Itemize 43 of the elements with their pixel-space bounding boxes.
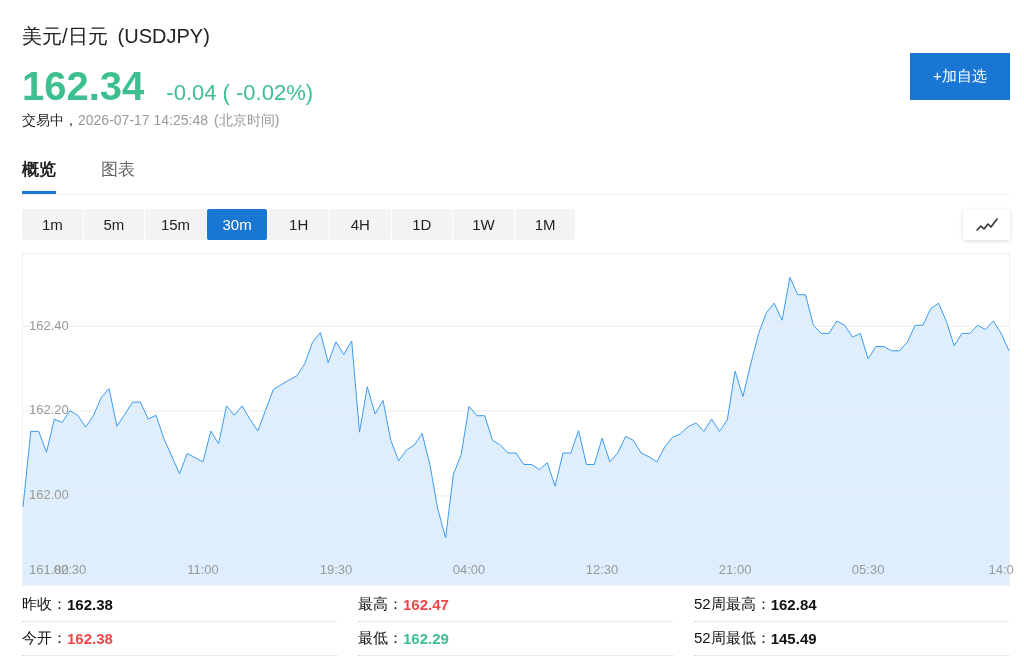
timeframe-button[interactable]: 1H	[268, 209, 329, 240]
x-axis-label: 19:30	[319, 562, 353, 578]
x-axis-label: 04:00	[452, 562, 486, 578]
price-change: -0.04 ( -0.02%)	[166, 80, 314, 106]
y-axis-label: 162.00	[29, 487, 69, 503]
line-chart-icon	[975, 217, 998, 232]
x-axis-label: 12:30	[585, 562, 619, 578]
stat-label: 52周最高：	[694, 595, 771, 614]
x-axis-label: 11:00	[187, 562, 219, 578]
add-watchlist-button[interactable]: +加自选	[910, 53, 1010, 100]
stat-value: 162.38	[67, 596, 113, 613]
tab[interactable]: 图表	[101, 158, 135, 194]
stat-value: 162.38	[67, 630, 113, 647]
x-axis-label: 21:00	[718, 562, 752, 578]
timezone-label: (北京时间)	[214, 111, 280, 129]
quote-time: 2026-07-17 14:25:48	[78, 111, 208, 129]
trading-status: 交易中，	[22, 111, 78, 129]
timeframe-button[interactable]: 15m	[145, 209, 206, 240]
stat-label: 昨收：	[22, 595, 67, 614]
y-axis-label: 162.20	[29, 402, 69, 418]
timeframe-button[interactable]: 5m	[83, 209, 145, 240]
timeframe-button[interactable]: 1m	[22, 209, 83, 240]
instrument-symbol: (USDJPY)	[117, 24, 210, 49]
timeframe-button[interactable]: 1W	[453, 209, 514, 240]
timeframe-button[interactable]: 1D	[391, 209, 453, 240]
stat-value: 162.47	[403, 596, 449, 613]
timeframe-button[interactable]: 30m	[206, 209, 268, 240]
stat-label: 最高：	[358, 595, 403, 614]
x-axis-label: 14:0	[988, 562, 1014, 578]
stat-value: 145.49	[770, 630, 817, 647]
stat-label: 今开：	[22, 629, 67, 648]
x-axis-label: 05:30	[851, 562, 885, 578]
stat-label: 52周最低：	[694, 629, 771, 648]
chart-type-button[interactable]	[963, 209, 1010, 240]
stat-value: 162.29	[403, 630, 449, 647]
stat-label: 最低：	[358, 629, 403, 648]
stat-value: 162.84	[770, 596, 817, 613]
timeframe-button[interactable]: 1M	[514, 209, 576, 240]
tab[interactable]: 概览	[22, 158, 56, 194]
y-axis-label: 162.40	[29, 317, 69, 333]
instrument-name: 美元/日元	[22, 24, 108, 49]
timeframe-button[interactable]: 4H	[329, 209, 391, 240]
price-value: 162.34	[22, 63, 145, 110]
